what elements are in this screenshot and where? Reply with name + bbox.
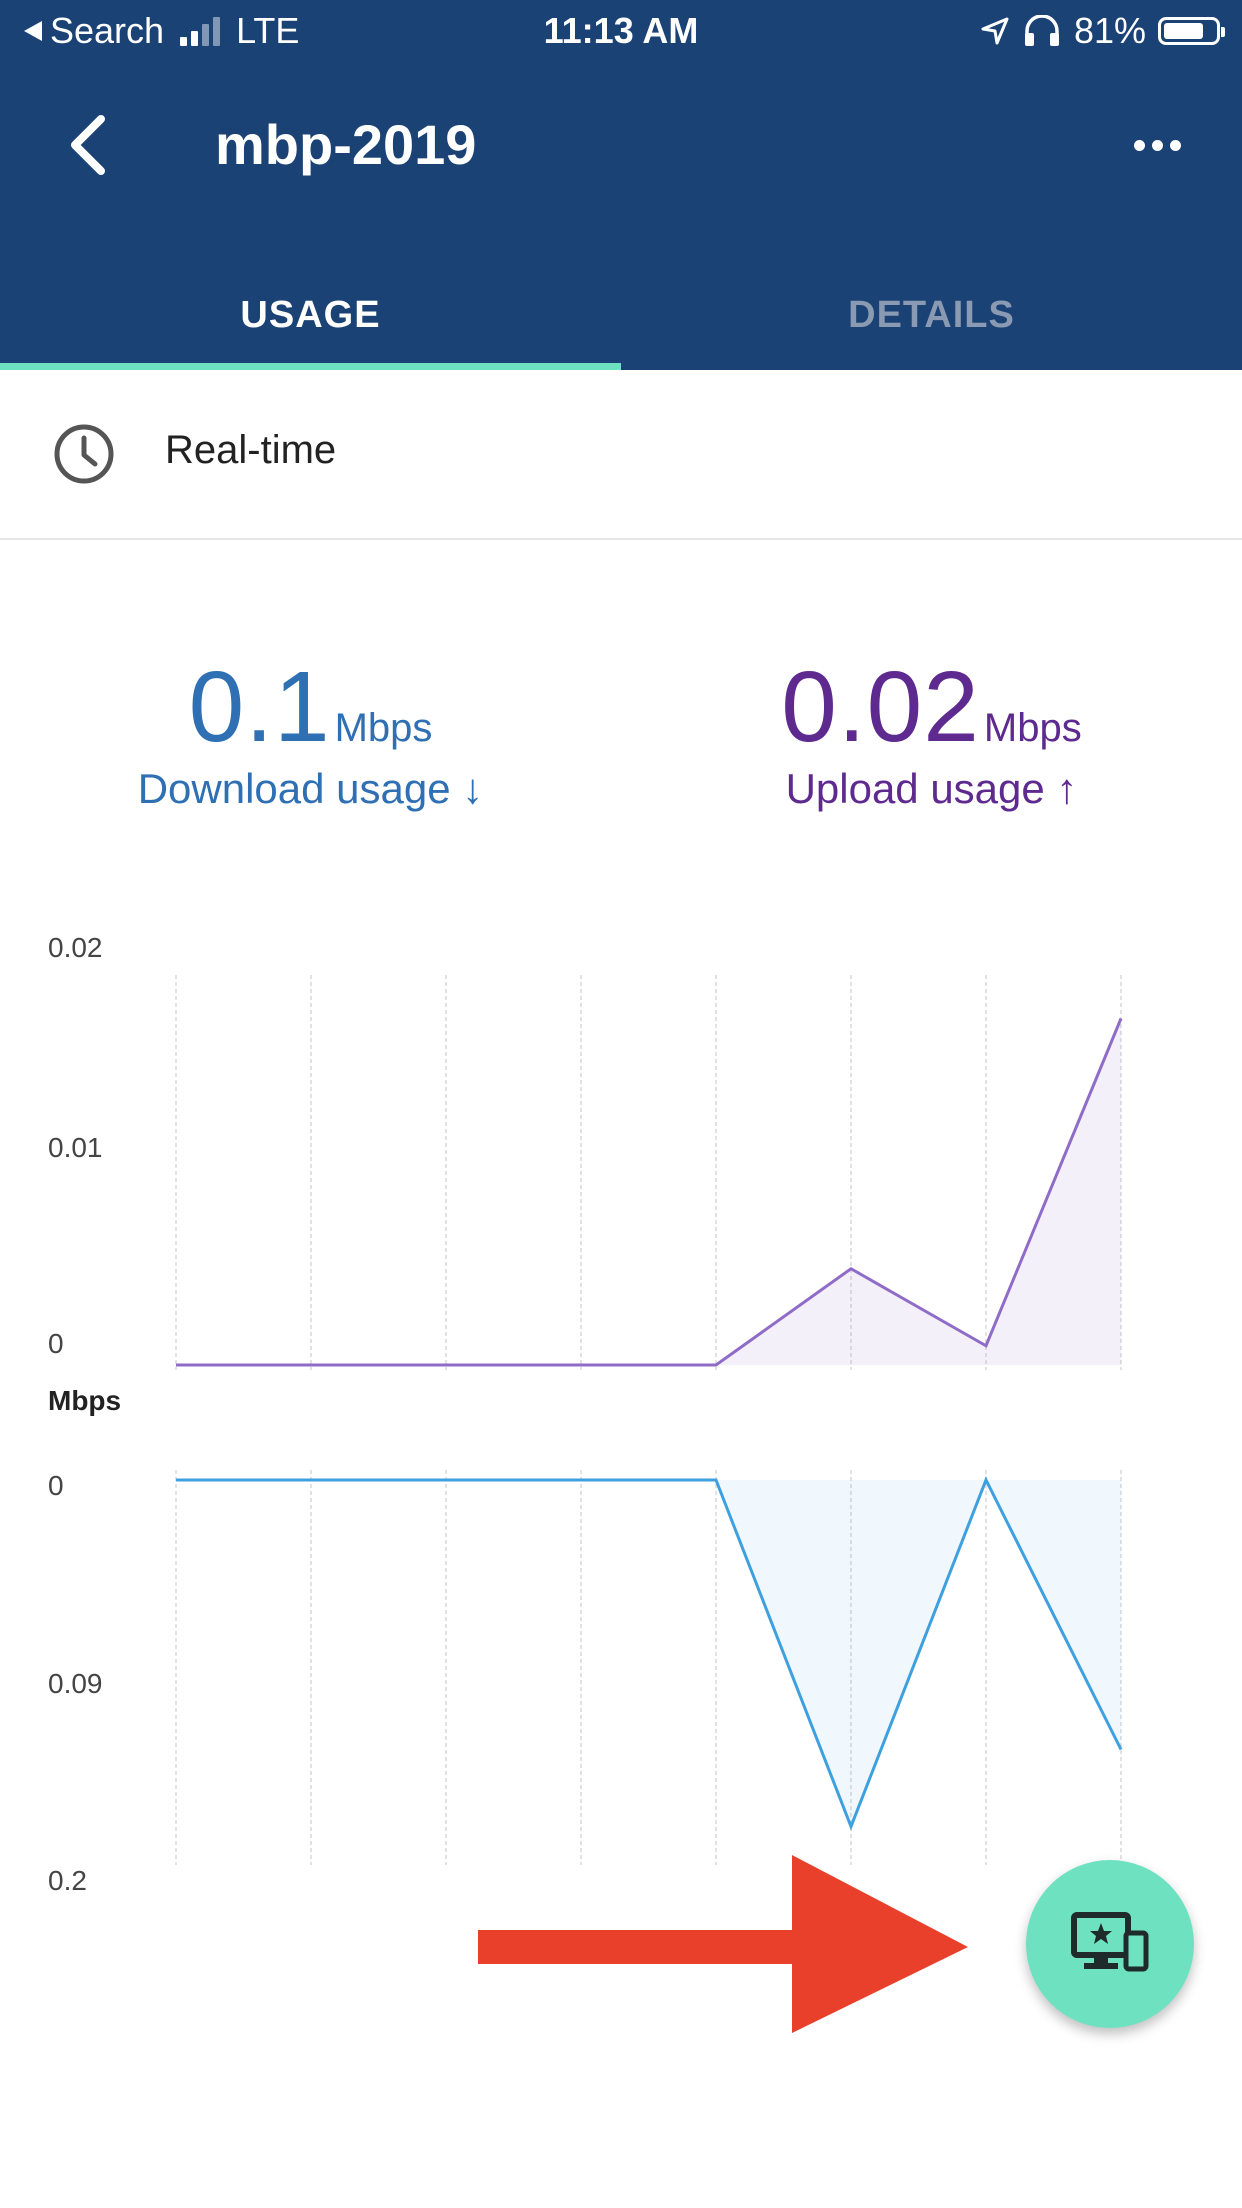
y-tick-label: 0 bbox=[48, 1470, 64, 1501]
status-bar: Search LTE 11:13 AM 81% bbox=[0, 0, 1242, 64]
y-axis-unit-label: Mbps bbox=[48, 1385, 121, 1416]
status-right: 81% bbox=[980, 10, 1225, 52]
download-unit: Mbps bbox=[334, 706, 433, 750]
upload-value: 0.02 bbox=[781, 651, 980, 763]
devices-star-icon bbox=[1071, 1912, 1149, 1972]
download-stat: 0.1 Mbps Download usage ↓ bbox=[0, 650, 621, 813]
series-area bbox=[176, 1480, 1121, 1827]
period-label: Real-time bbox=[165, 428, 337, 472]
upload-label: Upload usage ↑ bbox=[785, 765, 1078, 812]
battery-percent: 81% bbox=[1073, 10, 1146, 51]
usage-chart: 0.02 0.01 0 Mbps 0 0.09 0.2 bbox=[48, 932, 1123, 1896]
more-horizontal-icon bbox=[1133, 139, 1145, 151]
app-header: Search LTE 11:13 AM 81% mbp-2019 USAGE D… bbox=[0, 0, 1242, 370]
battery-icon bbox=[1158, 17, 1225, 45]
series-line bbox=[176, 1476, 1123, 1831]
series-line bbox=[176, 1017, 1123, 1367]
more-dot bbox=[1151, 139, 1163, 151]
y-tick-label: 0 bbox=[48, 1328, 64, 1359]
y-tick-label: 0.2 bbox=[48, 1865, 87, 1896]
devices-fab-button[interactable] bbox=[1026, 1860, 1194, 2028]
upload-stat: 0.02 Mbps Upload usage ↑ bbox=[621, 650, 1242, 813]
toolbar: mbp-2019 bbox=[0, 90, 1242, 200]
y-tick-label: 0.01 bbox=[48, 1132, 103, 1163]
upload-unit: Mbps bbox=[983, 706, 1082, 750]
red-arrow-icon bbox=[478, 1855, 968, 2033]
back-button[interactable] bbox=[52, 110, 122, 180]
location-icon bbox=[981, 17, 1009, 45]
tab-bar: USAGE DETAILS bbox=[0, 260, 1242, 370]
series-area bbox=[176, 1018, 1121, 1365]
clock-icon bbox=[54, 424, 114, 484]
y-tick-label: 0.02 bbox=[48, 932, 103, 963]
more-options-button[interactable] bbox=[1122, 110, 1192, 180]
chevron-left-icon bbox=[71, 115, 105, 175]
active-tab-indicator bbox=[0, 363, 621, 370]
more-dot bbox=[1169, 139, 1181, 151]
y-tick-label: 0.09 bbox=[48, 1668, 103, 1699]
page-title: mbp-2019 bbox=[215, 113, 477, 176]
headphones-icon bbox=[1024, 15, 1059, 46]
tab-usage[interactable]: USAGE bbox=[0, 260, 621, 370]
download-label: Download usage ↓ bbox=[137, 765, 484, 812]
tab-details[interactable]: DETAILS bbox=[621, 260, 1242, 370]
period-selector[interactable]: Real-time bbox=[0, 370, 1242, 540]
download-value: 0.1 bbox=[188, 651, 331, 763]
